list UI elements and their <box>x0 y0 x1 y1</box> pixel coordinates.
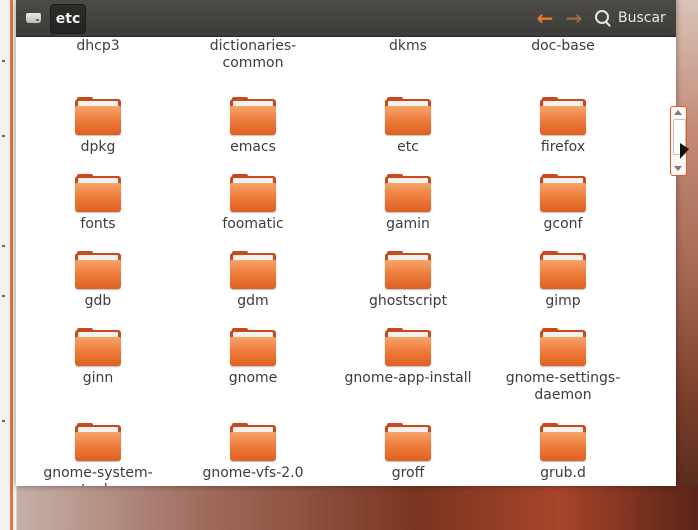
folder-icon <box>75 97 121 135</box>
folder-item[interactable]: gconf <box>488 174 638 233</box>
folder-icon <box>385 174 431 212</box>
folder-item[interactable]: ghostscript <box>333 251 483 310</box>
folder-label: etc <box>397 139 419 155</box>
arrow-left-icon: ← <box>536 6 554 30</box>
folder-item[interactable]: ginn <box>23 328 173 387</box>
folder-label: gnome-vfs-2.0 <box>202 465 304 481</box>
arrow-right-icon: → <box>565 6 583 30</box>
folder-item[interactable]: grub.d <box>488 423 638 482</box>
location-toolbar: etc ← → Buscar <box>16 0 676 37</box>
folder-icon <box>75 328 121 366</box>
folder-item[interactable]: dpkg <box>23 97 173 156</box>
folder-label: gnome-settings- daemon <box>505 370 621 403</box>
folder-item[interactable]: firefox <box>488 97 638 156</box>
folder-label: fonts <box>80 216 116 232</box>
scroll-up-arrow-icon[interactable] <box>674 110 682 115</box>
search-label: Buscar <box>618 10 666 26</box>
background-window-mark <box>2 135 5 137</box>
folder-label: ghostscript <box>368 293 448 309</box>
folder-label: firefox <box>540 139 586 155</box>
scroll-down-arrow-icon[interactable] <box>674 166 682 171</box>
folder-item[interactable]: gnome-settings- daemon <box>488 328 638 404</box>
folder-item[interactable]: gimp <box>488 251 638 310</box>
folder-item[interactable]: emacs <box>178 97 328 156</box>
background-window-edge <box>0 0 17 530</box>
folder-icon <box>385 251 431 289</box>
breadcrumb-current-label: etc <box>55 11 81 27</box>
folder-icon <box>385 423 431 461</box>
desktop-wallpaper-bottom <box>0 485 698 530</box>
folder-label: gnome <box>228 370 278 386</box>
background-window-mark <box>2 245 5 247</box>
folder-icon <box>540 97 586 135</box>
folder-item[interactable]: foomatic <box>178 174 328 233</box>
folder-label: gconf <box>543 216 583 232</box>
breadcrumb-current-button[interactable]: etc <box>50 4 86 34</box>
background-window-mark <box>2 420 5 422</box>
folder-item[interactable]: gdm <box>178 251 328 310</box>
folder-icon <box>540 251 586 289</box>
folder-item[interactable]: gdb <box>23 251 173 310</box>
folder-icon <box>540 423 586 461</box>
folder-icon <box>385 328 431 366</box>
forward-button[interactable]: → <box>563 8 585 28</box>
search-button[interactable]: Buscar <box>594 6 674 30</box>
vertical-scrollbar[interactable] <box>670 106 687 176</box>
folder-label: gimp <box>545 293 581 309</box>
folder-label: foomatic <box>222 216 284 232</box>
folder-icon <box>230 423 276 461</box>
folder-label: groff <box>391 465 425 481</box>
folder-icon <box>540 174 586 212</box>
folder-label: dpkg <box>80 139 116 155</box>
folder-item[interactable]: dictionaries- common <box>178 37 328 72</box>
folder-label: ginn <box>82 370 114 386</box>
folder-item[interactable]: gamin <box>333 174 483 233</box>
folder-item[interactable]: gnome-vfs-2.0 <box>178 423 328 482</box>
folder-icon <box>230 328 276 366</box>
folder-item[interactable]: dhcp3 <box>23 37 173 55</box>
background-window-accent <box>10 0 13 530</box>
folder-icon <box>230 174 276 212</box>
folder-item[interactable]: dkms <box>333 37 483 55</box>
mouse-cursor-icon <box>680 143 689 159</box>
folder-label: emacs <box>230 139 276 155</box>
folder-label: grub.d <box>540 465 586 481</box>
folder-icon <box>75 251 121 289</box>
folder-label: dictionaries- common <box>209 38 297 71</box>
folder-label: gnome-system- tools <box>43 465 153 486</box>
folder-item[interactable]: gnome-app-install <box>333 328 483 387</box>
folder-item[interactable]: etc <box>333 97 483 156</box>
folder-label: dkms <box>389 38 427 54</box>
search-icon <box>594 9 612 27</box>
folder-item[interactable]: doc-base <box>488 37 638 55</box>
folder-icon <box>75 423 121 461</box>
file-manager-window: etc ← → Buscar dhcp3 dictionaries- common… <box>16 0 687 486</box>
folder-icon <box>75 174 121 212</box>
folder-icon <box>540 328 586 366</box>
drive-icon <box>25 13 41 23</box>
breadcrumb-root-button[interactable] <box>22 6 44 30</box>
folder-icon <box>385 97 431 135</box>
back-button[interactable]: ← <box>534 8 556 28</box>
folder-item[interactable]: gnome <box>178 328 328 387</box>
folder-item[interactable]: fonts <box>23 174 173 233</box>
folder-grid: dhcp3 dictionaries- common dkms doc-base dpk… <box>16 37 668 486</box>
folder-label: dhcp3 <box>76 38 120 54</box>
folder-item[interactable]: gnome-system- tools <box>23 423 173 486</box>
folder-item[interactable]: groff <box>333 423 483 482</box>
background-window-mark <box>2 295 5 297</box>
folder-label: gdb <box>84 293 112 309</box>
folder-label: doc-base <box>531 38 595 54</box>
background-window-mark <box>2 60 5 62</box>
folder-label: gnome-app-install <box>344 370 472 386</box>
folder-label: gamin <box>386 216 430 232</box>
folder-icon <box>230 251 276 289</box>
folder-label: gdm <box>237 293 269 309</box>
desktop-wallpaper-right <box>676 0 698 530</box>
folder-icon <box>230 97 276 135</box>
